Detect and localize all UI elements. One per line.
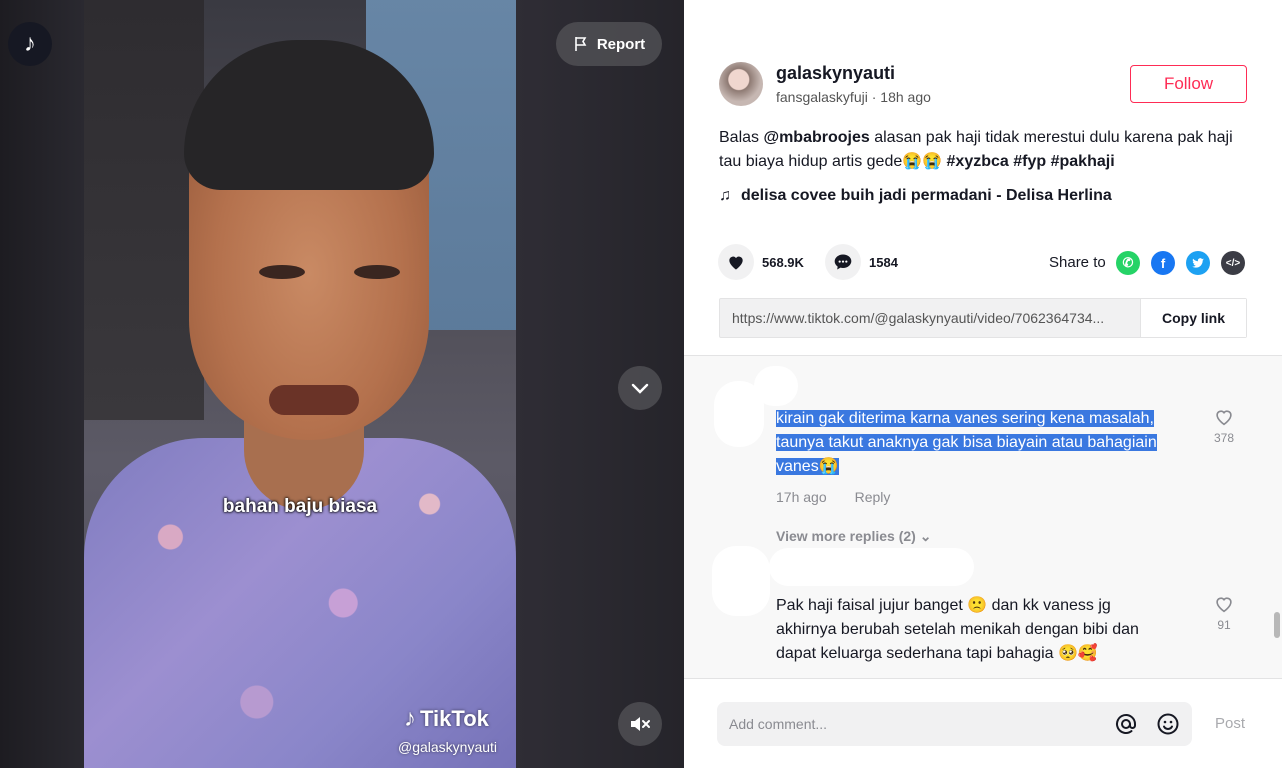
whatsapp-icon[interactable]: ✆: [1116, 251, 1140, 275]
copy-link-button[interactable]: Copy link: [1140, 299, 1246, 337]
video-mouth: [269, 385, 359, 415]
watermark-brand: TikTok: [420, 706, 489, 731]
comment-time: 17h ago: [776, 489, 827, 505]
comment-line: akhirnya berubah setelah menikah dengan …: [776, 621, 1139, 638]
comment-bubble-icon: [825, 244, 861, 280]
video-info: galaskynyauti fansgalaskyfuji · 18h ago …: [684, 0, 1282, 356]
video-caption: Balas @mbabroojes alasan pak haji tidak …: [719, 126, 1247, 174]
embed-code-icon[interactable]: </>: [1221, 251, 1245, 275]
tiktok-logo-icon[interactable]: ♪: [8, 22, 52, 66]
emoji-icon[interactable]: [1156, 712, 1180, 736]
like-button[interactable]: 568.9K: [718, 244, 804, 280]
facebook-icon[interactable]: f: [1151, 251, 1175, 275]
heart-icon: [718, 244, 754, 280]
twitter-icon[interactable]: [1186, 251, 1210, 275]
flag-icon: [575, 37, 587, 51]
music-title: delisa covee buih jadi permadani - Delis…: [741, 187, 1112, 204]
post-time: 18h ago: [880, 89, 931, 105]
follow-button[interactable]: Follow: [1130, 65, 1247, 103]
comment-like-button[interactable]: 91: [1212, 593, 1236, 632]
comments-scrollbar[interactable]: [1274, 612, 1280, 638]
commenter-name[interactable]: [769, 548, 974, 586]
hashtag[interactable]: #pakhaji: [1051, 153, 1115, 170]
mention-icon[interactable]: [1114, 712, 1138, 736]
video-player[interactable]: [84, 0, 516, 768]
comment-line: dapat keluarga sederhana tapi bahagia 🥺🥰: [776, 645, 1098, 662]
commenter-name[interactable]: [754, 366, 798, 406]
hashtag[interactable]: #xyzbca: [947, 153, 1009, 170]
avatar[interactable]: [719, 62, 763, 106]
comment-list[interactable]: kirain gak diterima karna vanes sering k…: [684, 356, 1282, 678]
mute-button[interactable]: [618, 702, 662, 746]
comment-text: Pak haji faisal jujur banget 🙁 dan kk va…: [776, 594, 1139, 666]
music-link[interactable]: ♫ delisa covee buih jadi permadani - Del…: [719, 187, 1112, 205]
add-comment-bar: Add comment... Post: [684, 678, 1282, 768]
comment-line: kirain gak diterima karna vanes sering k…: [776, 410, 1154, 427]
author-subinfo: fansgalaskyfuji · 18h ago: [776, 89, 931, 105]
comment-text: kirain gak diterima karna vanes sering k…: [776, 407, 1157, 479]
comment-placeholder: Add comment...: [729, 716, 828, 732]
caption-prefix: Balas: [719, 129, 764, 146]
music-note-icon: ♫: [719, 187, 731, 204]
comment-like-count: 91: [1217, 618, 1231, 632]
tiktok-note-icon: ♪: [404, 705, 416, 732]
video-panel: ♪ Report bahan baju biasa ♪ TikTok @gala…: [0, 0, 684, 768]
watermark-handle: @galaskynyauti: [398, 739, 498, 755]
video-eye-left: [259, 265, 305, 279]
comment-count-button[interactable]: 1584: [825, 244, 898, 280]
view-more-replies[interactable]: View more replies (2) ⌄: [776, 528, 931, 545]
details-panel: galaskynyauti fansgalaskyfuji · 18h ago …: [684, 0, 1282, 768]
comment-line: Pak haji faisal jujur banget 🙁 dan kk va…: [776, 597, 1111, 614]
share-label: Share to: [1049, 254, 1106, 271]
hashtag[interactable]: #fyp: [1013, 153, 1046, 170]
like-count: 568.9K: [762, 254, 804, 270]
video-blur-left: [0, 0, 84, 768]
heart-outline-icon: [1216, 410, 1232, 426]
report-button[interactable]: Report: [556, 22, 662, 66]
share-link-input[interactable]: https://www.tiktok.com/@galaskynyauti/vi…: [720, 299, 1140, 337]
avatar[interactable]: [712, 546, 770, 616]
video-subtitle: bahan baju biasa: [222, 496, 378, 517]
next-video-button[interactable]: [618, 366, 662, 410]
chevron-down-icon: ⌄: [919, 528, 932, 544]
report-label: Report: [596, 35, 646, 53]
comment-like-button[interactable]: 378: [1212, 406, 1236, 445]
video-eye-right: [354, 265, 400, 279]
volume-muted-icon: [631, 717, 650, 731]
tiktok-watermark: ♪ TikTok: [404, 705, 489, 733]
chevron-down-icon: [631, 383, 649, 394]
comment-count: 1584: [869, 254, 898, 270]
comment-line: vanes😭: [776, 458, 839, 475]
view-more-label: View more replies (2): [776, 528, 916, 544]
author-username[interactable]: galaskynyauti: [776, 63, 895, 84]
comment-meta: 17h ago Reply: [776, 489, 890, 505]
video-background: [84, 0, 204, 420]
author-nickname[interactable]: fansgalaskyfuji: [776, 89, 868, 105]
heart-outline-icon: [1216, 597, 1232, 613]
post-button[interactable]: Post: [1215, 715, 1245, 732]
comment-input[interactable]: Add comment...: [717, 702, 1192, 746]
share-link-box: https://www.tiktok.com/@galaskynyauti/vi…: [719, 298, 1247, 338]
comment-line: taunya takut anaknya gak bisa biayain at…: [776, 434, 1157, 451]
reply-button[interactable]: Reply: [855, 489, 891, 505]
caption-mention[interactable]: @mbabroojes: [763, 129, 869, 146]
comment-like-count: 378: [1213, 431, 1235, 445]
separator-dot: ·: [871, 89, 881, 105]
